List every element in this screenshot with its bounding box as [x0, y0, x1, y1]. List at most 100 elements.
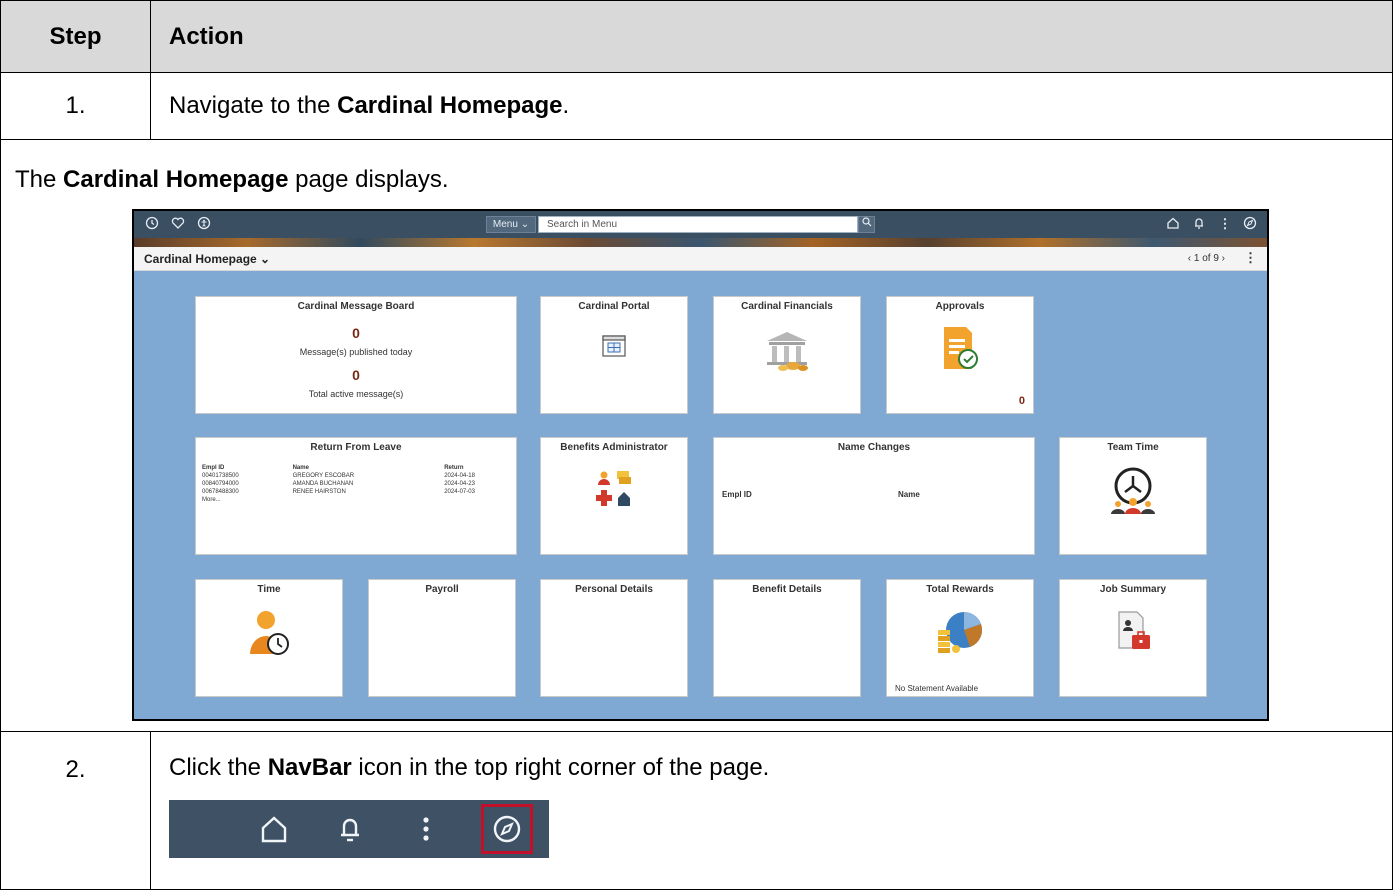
tile-cardinal-portal[interactable]: Cardinal Portal [540, 296, 688, 414]
search-input[interactable]: Search in Menu [538, 216, 858, 233]
messages-active-label: Total active message(s) [308, 389, 404, 399]
bank-icon [759, 329, 815, 378]
kebab-icon[interactable] [409, 812, 443, 846]
tile-title: Team Time [1107, 442, 1159, 453]
homepage-screenshot: Menu ⌄ Search in Menu ⋮ Cardinal Homepag… [132, 209, 1269, 721]
step-row-2: 2. Click the NavBar icon in the top righ… [1, 732, 1392, 890]
compass-icon[interactable] [1242, 216, 1258, 232]
column-header: Return [444, 465, 464, 471]
tile-title: Approvals [935, 301, 985, 312]
step-text: Navigate to the [169, 92, 338, 119]
page-title-bar: Cardinal Homepage ⌄ ‹ 1 of 9 › ⋮ [134, 247, 1267, 271]
tile-benefit-details[interactable]: Benefit Details [713, 579, 861, 697]
step-number: 1. [1, 73, 151, 139]
more-link[interactable]: More... [202, 496, 293, 504]
navbar-crop [169, 800, 549, 858]
step-number: 2. [1, 732, 151, 890]
header-step: Step [1, 1, 151, 72]
accessibility-icon[interactable] [196, 216, 212, 232]
messages-today-count: 0 [352, 325, 360, 341]
note-text-start: The [15, 166, 64, 193]
step-text-end: icon in the top right corner of the page… [351, 754, 770, 781]
note-row: The Cardinal Homepage page displays. Men… [1, 140, 1392, 732]
tile-title: Payroll [425, 584, 459, 595]
rewards-status: No Statement Available [895, 684, 979, 693]
tile-name-changes[interactable]: Name Changes Empl ID Name [713, 437, 1035, 555]
empl-id-cell: 00401738500 [202, 473, 239, 479]
tile-payroll[interactable]: Payroll [368, 579, 516, 697]
tile-cardinal-financials[interactable]: Cardinal Financials [713, 296, 861, 414]
column-header: Name [292, 465, 309, 471]
banner-strip [134, 238, 1267, 247]
tile-title: Benefits Administrator [560, 442, 668, 453]
table-header-row: Step Action [1, 1, 1392, 73]
table-row: 00678488300 RENEE HAIRSTON 2024-07-03 [202, 488, 520, 496]
home-icon[interactable] [1165, 216, 1181, 232]
tile-benefits-administrator[interactable]: Benefits Administrator [540, 437, 688, 555]
page-pager[interactable]: ‹ 1 of 9 › [1188, 253, 1225, 264]
tile-job-summary[interactable]: Job Summary [1059, 579, 1207, 697]
tile-message-board[interactable]: Cardinal Message Board 0 Message(s) publ… [195, 296, 517, 414]
step-action: Click the NavBar icon in the top right c… [151, 732, 1392, 890]
tile-title: Benefit Details [752, 584, 822, 595]
search-icon[interactable] [858, 216, 875, 233]
return-date-cell: 2024-04-23 [444, 481, 475, 487]
step-bold-text: Cardinal Homepage [337, 92, 563, 119]
tile-title: Cardinal Financials [741, 301, 833, 312]
person-clock-icon [246, 606, 292, 663]
recent-icon[interactable] [144, 216, 160, 232]
tile-title: Job Summary [1099, 584, 1167, 595]
tile-approvals[interactable]: Approvals 0 [886, 296, 1034, 414]
name-cell: GREGORY ESCOBAR [292, 473, 355, 479]
kebab-icon[interactable]: ⋮ [1217, 216, 1233, 232]
tile-title: Total Rewards [926, 584, 994, 595]
job-briefcase-icon [1113, 608, 1153, 659]
step-text-end: . [562, 92, 570, 119]
approval-document-icon [940, 323, 980, 378]
team-clock-icon [1108, 464, 1158, 521]
step-action: Navigate to the Cardinal Homepage. [151, 73, 1392, 139]
messages-active-count: 0 [352, 367, 360, 383]
column-header: Name [898, 490, 920, 499]
name-cell: AMANDA BUCHANAN [292, 481, 354, 487]
tile-title: Name Changes [837, 442, 911, 453]
table-row: 00401738500 GREGORY ESCOBAR 2024-04-18 [202, 472, 520, 480]
portal-window-icon [602, 335, 626, 362]
tile-return-from-leave[interactable]: Return From Leave Empl ID Name Return 00… [195, 437, 517, 555]
column-header: Empl ID [202, 465, 225, 471]
instruction-table: Step Action 1. Navigate to the Cardinal … [0, 0, 1393, 890]
tile-title: Time [257, 584, 281, 595]
page-title[interactable]: Cardinal Homepage ⌄ [144, 252, 270, 266]
column-header: Empl ID [722, 490, 752, 499]
step-text: Click the [169, 754, 268, 781]
return-date-cell: 2024-07-03 [444, 489, 475, 495]
header-action: Action [169, 22, 244, 50]
step-row-1: 1. Navigate to the Cardinal Homepage. [1, 73, 1392, 140]
bell-icon[interactable] [1191, 216, 1207, 232]
note-text-end: page displays. [288, 166, 449, 193]
empl-id-cell: 00678488300 [202, 489, 239, 495]
table-row: 00840794000 AMANDA BUCHANAN 2024-04-23 [202, 480, 520, 488]
tile-total-rewards[interactable]: Total Rewards No Statement Available [886, 579, 1034, 697]
return-from-leave-table: Empl ID Name Return 00401738500 GREGORY … [202, 464, 520, 504]
tile-title: Personal Details [575, 584, 653, 595]
messages-today-label: Message(s) published today [299, 347, 413, 357]
note-text: The Cardinal Homepage page displays. [15, 166, 449, 194]
navbar-highlight-box [481, 804, 533, 854]
menu-button[interactable]: Menu ⌄ [486, 216, 536, 233]
tile-time[interactable]: Time [195, 579, 343, 697]
step-bold-text: NavBar [267, 754, 352, 781]
favorites-icon[interactable] [170, 216, 186, 232]
top-nav-bar: Menu ⌄ Search in Menu ⋮ [134, 211, 1267, 238]
tile-title: Return From Leave [310, 442, 402, 453]
bell-icon[interactable] [333, 812, 367, 846]
return-date-cell: 2024-04-18 [444, 473, 475, 479]
actions-menu-icon[interactable]: ⋮ [1244, 250, 1257, 266]
approvals-count: 0 [1018, 395, 1025, 407]
home-icon[interactable] [257, 812, 291, 846]
tile-personal-details[interactable]: Personal Details [540, 579, 688, 697]
empl-id-cell: 00840794000 [202, 481, 239, 487]
rewards-pie-icon [934, 608, 986, 661]
name-cell: RENEE HAIRSTON [292, 489, 346, 495]
tile-team-time[interactable]: Team Time [1059, 437, 1207, 555]
